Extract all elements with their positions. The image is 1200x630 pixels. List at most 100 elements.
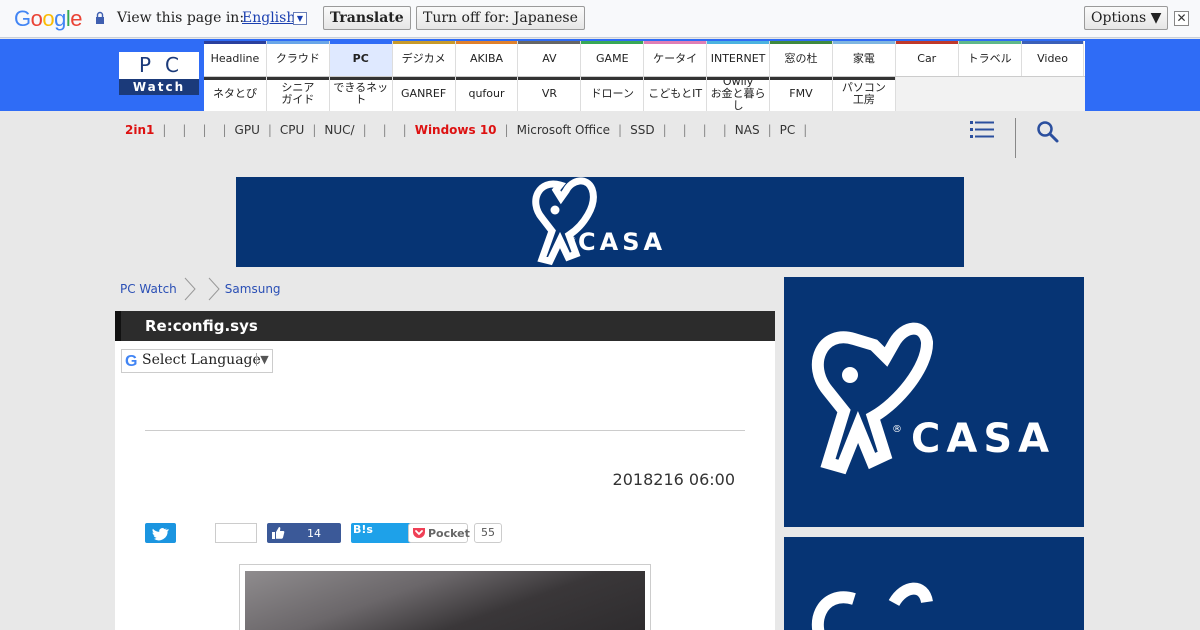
nav-item-2[interactable]: PC [329,41,393,76]
nav-sub-item-3[interactable]: GANREF [392,77,456,111]
nav-color-bar [832,77,895,80]
twitter-share-button[interactable] [145,523,176,543]
breadcrumb-item[interactable]: Samsung [225,282,281,296]
keyword-separator: | [362,123,367,137]
nav-sub-item-6[interactable]: ドローン [581,77,645,111]
nav-color-bar [329,77,392,80]
translate-button[interactable]: Translate [323,6,411,30]
keyword-separator: | [162,123,167,137]
close-icon[interactable]: ✕ [1174,11,1189,26]
nav-item-12[interactable]: トラベル [958,41,1022,76]
nav-sub-item-7[interactable]: こどもとIT [644,77,708,111]
keyword-separator: | [803,123,808,137]
nav-row-secondary: ネタとぴ シニア ガイド できるネット GANREF qufour VR ドローン こどもとI… [204,76,1085,112]
nav-color-bar [455,77,518,80]
twitter-count [215,523,257,543]
nav-color-bar [392,41,455,44]
nav-item-label: Headline [210,51,260,65]
nav-color-bar [770,77,832,80]
nav-item-6[interactable]: GAME [581,41,645,76]
nav-item-7[interactable]: ケータイ [644,41,708,76]
lock-icon [96,11,104,24]
banner-brand: CASA [578,228,666,256]
nav-sub-item-4[interactable]: qufour [455,77,519,111]
pocket-count: 55 [474,523,502,543]
nav-sub-item-label: VR [541,87,557,100]
nav-item-label: トラベル [967,51,1012,65]
menu-list-icon[interactable] [970,120,994,140]
nav-sub-item-5[interactable]: VR [518,77,582,111]
keyword-link[interactable]: Windows 10 [415,123,497,137]
nav-item-13[interactable]: Video [1021,41,1085,76]
nav-color-bar [329,41,392,44]
side-ad[interactable]: CASA ® [784,277,1084,527]
keyword-link[interactable]: PC [780,123,796,137]
breadcrumb: PC Watch Samsung [120,277,281,301]
divider [145,430,745,431]
nav-sub-item-2[interactable]: できるネット [329,77,393,111]
nav-color-bar [581,77,644,80]
keyword-link[interactable]: GPU [235,123,260,137]
article-date: 2018216 06:00 [612,470,735,489]
nav-color-bar [644,77,707,80]
site-logo[interactable]: PC Watch [119,52,199,95]
target-language-link[interactable]: English [242,10,295,26]
pocket-button[interactable]: Pocket [408,523,470,543]
language-select[interactable]: G Select Language ▼ [121,349,273,373]
language-select-label: Select Language [142,352,261,368]
nav-sub-item-8[interactable]: Owlly お金と暮らし [707,76,771,112]
chevron-right-icon [208,277,220,301]
nav-item-4[interactable]: AKIBA [455,41,519,76]
casa-logo-icon [812,582,933,630]
side-ad-2[interactable] [784,537,1084,630]
keyword-link[interactable]: SSD [630,123,654,137]
pocket-icon [413,528,425,538]
nav-item-label: ケータイ [653,51,698,65]
nav-sub-item-10[interactable]: パソコン 工房 [832,77,896,111]
nav-color-bar [832,41,895,44]
svg-text:®: ® [892,424,902,435]
nav-item-label: 窓の杜 [784,51,818,65]
nav-item-8[interactable]: INTERNET [707,41,771,76]
language-dropdown-icon[interactable]: ▼ [293,12,307,25]
keyword-separator: | [382,123,387,137]
nav-item-10[interactable]: 家電 [832,41,896,76]
article-photo-frame [239,564,651,630]
nav-item-label: Video [1037,51,1068,65]
turn-off-button[interactable]: Turn off for: Japanese [416,6,585,30]
facebook-like-button[interactable]: 14 [267,523,341,543]
translate-bar: Google View this page in: English ▼ Tran… [0,0,1200,38]
nav-row-primary: Headline クラウド PC デジカメ AKIBA AV GAME ケータイ INTERNE… [204,41,1085,76]
nav-item-0[interactable]: Headline [204,41,267,76]
keyword-separator: | [312,123,317,137]
nav-sub-item-0[interactable]: ネタとぴ [204,77,267,111]
banner-ad[interactable]: CASA ® [236,177,964,267]
keyword-link[interactable]: NUC/ [324,123,354,137]
article-photo[interactable] [245,571,645,630]
keyword-link[interactable]: 2in1 [125,123,154,137]
keyword-separator: | [504,123,509,137]
nav-item-label: AKIBA [469,51,504,65]
nav-item-label: PC [352,51,369,65]
nav-item-5[interactable]: AV [518,41,582,76]
search-icon[interactable] [1036,120,1060,144]
keyword-separator: | [618,123,623,137]
nav-item-11[interactable]: Car [895,41,959,76]
keyword-separator: | [267,123,272,137]
keyword-link[interactable]: CPU [280,123,304,137]
breadcrumb-item[interactable]: PC Watch [120,282,177,296]
nav-sub-item-9[interactable]: FMV [770,77,833,111]
twitter-icon [152,528,170,541]
article-title-bar: Re:config.sys [115,311,775,341]
header-divider [1015,118,1016,158]
keyword-link[interactable]: Microsoft Office [517,123,610,137]
nav-color-bar [707,77,770,80]
nav-sub-item-1[interactable]: シニア ガイド [266,77,330,111]
nav-item-3[interactable]: デジカメ [392,41,456,76]
nav-sub-item-label: できるネット [333,81,389,106]
keyword-link[interactable]: NAS [735,123,760,137]
nav-item-9[interactable]: 窓の杜 [770,41,833,76]
nav-item-1[interactable]: クラウド [266,41,330,76]
options-button[interactable]: Options ▼ [1084,6,1169,30]
keyword-separator: | [182,123,187,137]
